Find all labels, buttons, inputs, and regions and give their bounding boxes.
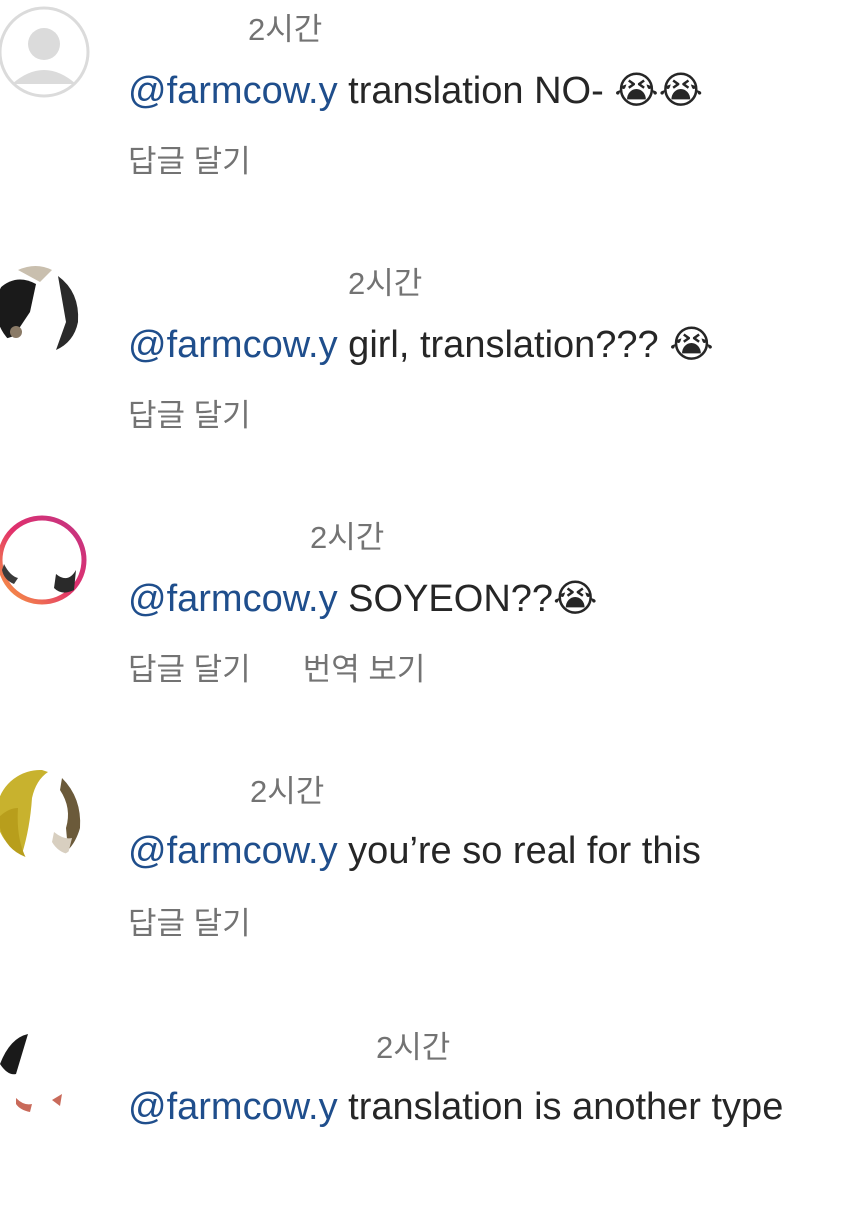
comment-actions: 답글 달기 [128,898,251,943]
comment-body: translation is another type [337,1086,784,1128]
reply-button[interactable]: 답글 달기 [128,652,251,687]
avatar[interactable] [0,768,88,860]
reply-button[interactable]: 답글 달기 [128,906,251,941]
comment-item: 2시간 @farmcow.y girl, translation??? 😭 답글… [0,254,850,454]
comment-text: @farmcow.y translation NO- 😭😭 [128,68,703,113]
avatar[interactable] [0,1024,88,1116]
mention-link[interactable]: @farmcow.y [128,324,338,366]
comment-timestamp: 2시간 [248,12,323,47]
comment-body: girl, translation??? [337,324,670,366]
crying-emoji-icon: 😭 [553,576,598,620]
see-translation-button[interactable]: 번역 보기 [303,652,426,687]
comment-body: you’re so real for this [337,830,701,872]
comment-actions: 답글 달기 [128,390,251,435]
comment-item: 2시간 @farmcow.y you’re so real for this 답… [0,762,850,962]
comment-item: 2시간 @farmcow.y translation NO- 😭😭 답글 달기 [0,0,850,200]
comment-text: @farmcow.y you’re so real for this [128,830,701,873]
crying-emoji-icon: 😭😭 [614,68,704,112]
mention-link[interactable]: @farmcow.y [128,70,338,112]
comment-timestamp: 2시간 [348,266,423,301]
comment-text: @farmcow.y girl, translation??? 😭 [128,322,714,367]
comment-item: 2시간 @farmcow.y SOYEON??😭 답글 달기 번역 보기 [0,508,850,708]
story-ring-avatar[interactable] [0,514,88,606]
mention-link[interactable]: @farmcow.y [128,578,338,620]
comment-timestamp: 2시간 [376,1030,451,1065]
comment-body: translation NO- [337,70,615,112]
default-avatar-icon[interactable] [0,6,90,98]
comment-item: 2시간 @farmcow.y translation is another ty… [0,1018,850,1218]
comment-actions: 답글 달기 번역 보기 [128,644,425,689]
comment-actions: 답글 달기 [128,136,251,181]
avatar[interactable] [0,262,88,354]
mention-link[interactable]: @farmcow.y [128,830,338,872]
reply-button[interactable]: 답글 달기 [128,144,251,179]
comment-timestamp: 2시간 [310,520,385,555]
comment-text: @farmcow.y SOYEON??😭 [128,576,597,621]
comment-timestamp: 2시간 [250,774,325,809]
mention-link[interactable]: @farmcow.y [128,1086,338,1128]
reply-button[interactable]: 답글 달기 [128,398,251,433]
comment-text: @farmcow.y translation is another type [128,1086,783,1129]
comment-body: SOYEON?? [337,578,554,620]
crying-emoji-icon: 😭 [669,322,714,366]
